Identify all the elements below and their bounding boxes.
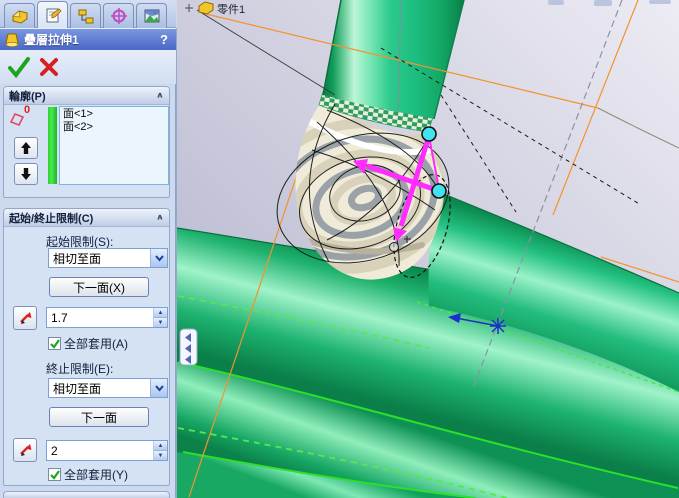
checkbox-checked-icon[interactable] xyxy=(48,468,61,481)
part-tab-icon xyxy=(11,10,27,24)
end-constraint-label: 終止限制(E): xyxy=(46,362,114,376)
apply-all-start-label: 全部套用(A) xyxy=(64,337,128,351)
chevron-down-icon[interactable] xyxy=(150,379,167,397)
apply-all-end-label: 全部套用(Y) xyxy=(64,468,128,482)
cropped-toolbar-icons xyxy=(548,0,671,6)
reverse-direction-icon xyxy=(20,312,32,324)
spinner-up-button[interactable]: ▲ xyxy=(154,308,167,317)
property-manager-tab-icon xyxy=(46,8,61,23)
help-button[interactable]: ? xyxy=(156,32,172,47)
solidworks-window: 疊層拉伸1 ? 輪廓(P) ∧ 0 面<1> 面<2> 起始/終止限制(C) ∧… xyxy=(0,0,679,498)
end-tangent-length-spinner: ▲ ▼ xyxy=(153,441,167,460)
panel-tab-bar xyxy=(0,0,176,28)
reverse-direction-icon xyxy=(20,444,32,456)
list-item[interactable]: 面<2> xyxy=(63,121,165,134)
ok-button[interactable] xyxy=(6,54,32,80)
part-icon xyxy=(198,1,214,15)
start-tangent-length-spinner: ▲ ▼ xyxy=(153,308,167,327)
move-down-button[interactable] xyxy=(14,163,38,185)
next-face-button-start[interactable]: 下一面(X) xyxy=(49,277,149,297)
tab-property-manager[interactable] xyxy=(37,1,68,28)
property-manager-title-bar: 疊層拉伸1 ? xyxy=(0,28,176,50)
reverse-tangent-direction-button-end[interactable] xyxy=(13,438,37,462)
profile-list[interactable]: 面<1> 面<2> xyxy=(59,106,169,185)
end-constraint-value: 相切至面 xyxy=(53,381,102,396)
apply-all-end-checkbox-row[interactable]: 全部套用(Y) xyxy=(48,466,128,483)
profile-status-bar xyxy=(48,107,57,184)
next-face-button-end[interactable]: 下一面 xyxy=(49,407,149,427)
viewport-canvas[interactable]: 零件1 xyxy=(177,0,679,498)
spinner-down-button[interactable]: ▼ xyxy=(154,317,167,327)
end-constraint-select[interactable]: 相切至面 xyxy=(48,378,168,398)
close-icon xyxy=(40,58,58,76)
reverse-tangent-direction-button-start[interactable] xyxy=(13,306,37,330)
anchor-cross-icon xyxy=(185,4,193,12)
spinner-down-button[interactable]: ▼ xyxy=(154,450,167,460)
property-manager-panel: 疊層拉伸1 ? 輪廓(P) ∧ 0 面<1> 面<2> 起始/終止限制(C) ∧… xyxy=(0,0,176,498)
part-annotation[interactable]: 零件1 xyxy=(185,1,245,16)
collapse-chevron-icon[interactable]: ∧ xyxy=(156,213,164,222)
tab-dimxpert[interactable] xyxy=(103,3,134,28)
connector-handle[interactable] xyxy=(431,183,447,199)
end-tangent-length-input[interactable] xyxy=(47,441,153,460)
connector-point-marker[interactable] xyxy=(389,242,399,252)
page-title: 疊層拉伸1 xyxy=(24,33,79,47)
start-constraint-select[interactable]: 相切至面 xyxy=(48,248,168,268)
profile-count-badge: 0 xyxy=(24,104,31,116)
connector-handle[interactable] xyxy=(421,126,437,142)
tab-display-manager[interactable] xyxy=(136,3,167,28)
constraints-section-header[interactable]: 起始/終止限制(C) ∧ xyxy=(4,209,169,227)
apply-all-start-checkbox-row[interactable]: 全部套用(A) xyxy=(48,335,128,352)
start-tangent-length-input[interactable] xyxy=(47,308,153,327)
start-tangent-length-field: ▲▼ xyxy=(46,307,168,328)
dimxpert-tab-icon xyxy=(110,8,127,24)
spinner-up-button[interactable]: ▲ xyxy=(154,441,167,450)
collapse-chevron-icon[interactable]: ∧ xyxy=(156,91,164,100)
end-tangent-length-field: ▲▼ xyxy=(46,440,168,461)
constraints-section: 起始/終止限制(C) ∧ 起始限制(S): 相切至面 下一面(X) ▲▼ 全部套… xyxy=(3,208,170,486)
list-item[interactable]: 面<1> xyxy=(63,108,165,121)
arrow-up-icon xyxy=(21,142,31,154)
checkbox-checked-icon[interactable] xyxy=(48,337,61,350)
configuration-tab-icon xyxy=(78,9,93,24)
panel-splitter-handle[interactable] xyxy=(179,328,198,366)
profiles-section-title: 輪廓(P) xyxy=(9,90,46,103)
part-label: 零件1 xyxy=(217,3,245,16)
arrow-down-icon xyxy=(21,168,31,180)
check-icon xyxy=(8,57,30,78)
ok-cancel-row xyxy=(0,50,176,84)
cancel-button[interactable] xyxy=(36,54,62,80)
constraints-section-title: 起始/終止限制(C) xyxy=(9,212,94,225)
profiles-section-header[interactable]: 輪廓(P) ∧ xyxy=(4,87,169,105)
loft-feature-icon xyxy=(5,33,19,47)
tab-feature-manager[interactable] xyxy=(4,3,35,28)
tab-configuration-manager[interactable] xyxy=(70,3,101,28)
display-manager-tab-icon xyxy=(144,9,159,23)
start-constraint-value: 相切至面 xyxy=(53,251,102,266)
profiles-section: 輪廓(P) ∧ 0 面<1> 面<2> xyxy=(3,86,170,198)
graphics-area[interactable]: 零件1 xyxy=(177,0,679,498)
move-up-button[interactable] xyxy=(14,137,38,159)
next-section-header-partial[interactable] xyxy=(3,491,170,498)
chevron-down-icon[interactable] xyxy=(150,249,167,267)
